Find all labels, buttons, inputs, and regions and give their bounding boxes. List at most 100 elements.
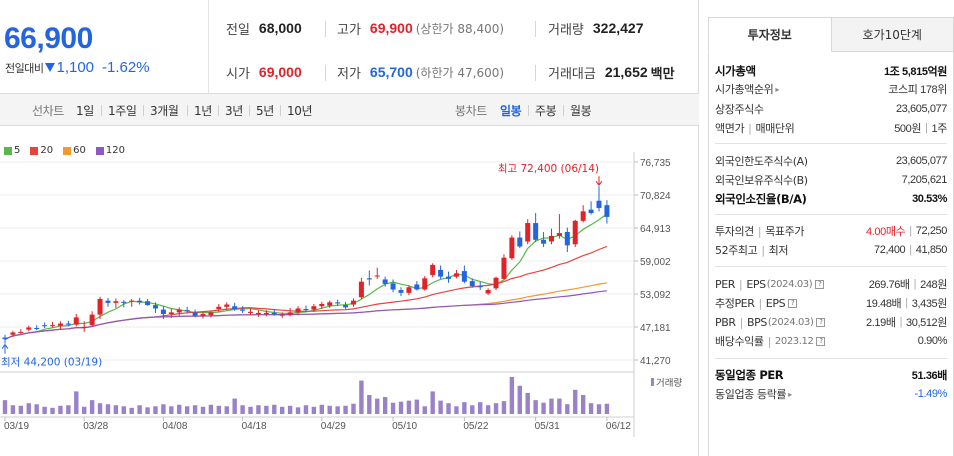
x-tick-label: 03/28: [83, 421, 108, 432]
est-per-value: 19.48배: [866, 298, 902, 310]
x-tick-label: 04/29: [321, 421, 346, 432]
est-eps-label: EPS: [765, 296, 786, 310]
volume-bar: [414, 399, 420, 414]
volume-bar: [454, 406, 459, 414]
amount-stat: 거래대금 21,652 백만: [548, 62, 675, 82]
help-icon[interactable]: ?: [816, 336, 826, 346]
volume-bar: [478, 402, 483, 414]
ma120-swatch: [95, 146, 104, 155]
help-icon[interactable]: ?: [788, 298, 798, 308]
amount-label: 거래대금: [548, 66, 596, 82]
period-1y[interactable]: 1년: [194, 102, 212, 119]
volume-bar: [74, 391, 79, 414]
candle-body: [564, 231, 570, 246]
opinion-row: 투자의견 | 목표주가 4.00매수 | 72,250: [715, 224, 947, 239]
ma-legend: 5 20 60 120: [4, 145, 135, 156]
period-10y[interactable]: 10년: [287, 102, 313, 119]
candle-body: [50, 325, 56, 327]
trade-unit-value: 1주: [931, 123, 948, 135]
y-tick-label: 41,270: [640, 356, 671, 367]
x-tick-label: 04/08: [162, 421, 187, 432]
candle-body: [556, 233, 562, 236]
amount-unit: 백만: [650, 66, 675, 82]
volume-bar: [161, 404, 166, 414]
candle-body: [240, 309, 246, 311]
min-price-annotation: 최저 44,200 (03/19): [1, 357, 102, 369]
candle-body: [604, 205, 610, 217]
candlestick-chart-svg[interactable]: 76,735 70,824 64,913 59,002 53,092 47,181 41,2…: [0, 127, 699, 456]
bps-period: (2024.03): [767, 316, 814, 328]
candle-body: [168, 312, 174, 315]
sector-rate-row: 동일업종 등락률 ▸ -1.49%: [715, 385, 947, 403]
face-value-row: 액면가 | 매매단위 500원 | 1주: [715, 121, 948, 136]
candle-body: [271, 312, 277, 315]
down-triangle-icon: [45, 63, 56, 72]
period-3m[interactable]: 3개월: [150, 102, 179, 119]
investment-info: 시가총액 1조 5,815억원 시가총액순위 ▸ 코스피 178위 상장주식수 2…: [708, 52, 954, 456]
pbr-value: 2.19배: [866, 317, 896, 329]
candle-body: [501, 257, 507, 279]
est-per-row: 추정PER | EPS? 19.48배 | 3,435원: [715, 296, 948, 311]
help-icon[interactable]: ?: [815, 279, 825, 289]
wk52-low-value: 41,850: [915, 244, 948, 256]
candle-body: [26, 327, 32, 330]
period-5y[interactable]: 5년: [256, 102, 274, 119]
candle-monthly[interactable]: 월봉: [570, 102, 592, 119]
candle-body: [335, 302, 341, 304]
lower-limit: (하한가 47,600): [415, 65, 505, 80]
stock-chart-panel: 66,900 전일대비 1,100 -1.62% 전일 68,000 고가 69…: [0, 0, 699, 456]
tab-orderbook[interactable]: 호가10단계: [831, 17, 954, 52]
per-label: PER: [715, 277, 736, 291]
volume-bar: [382, 397, 388, 414]
foreign-ratio-value: 30.53%: [912, 193, 947, 205]
volume-bar: [509, 377, 515, 414]
est-eps-value: 3,435원: [911, 298, 948, 310]
volume-bar: [470, 405, 475, 414]
candle-body: [160, 309, 166, 315]
info-tabs: 투자정보 호가10단계: [708, 17, 954, 52]
period-1d[interactable]: 1일: [76, 102, 94, 119]
volume-bar: [89, 400, 95, 414]
volume-bar: [82, 406, 87, 414]
tab-investment-info[interactable]: 투자정보: [708, 17, 832, 52]
volume-bar: [549, 398, 554, 414]
volume-bar: [303, 405, 309, 414]
candle-weekly[interactable]: 주봉: [535, 102, 557, 119]
volume-bar: [485, 405, 491, 414]
x-tick-label: 05/22: [463, 421, 488, 432]
volume-legend-label: 거래량: [656, 377, 682, 389]
candle-body: [438, 269, 444, 277]
volume-bar: [335, 406, 340, 414]
candle-daily[interactable]: 일봉: [500, 102, 522, 119]
period-3y[interactable]: 3년: [225, 102, 243, 119]
candle-body: [406, 287, 412, 293]
market-cap-rank-label: 시가총액순위: [715, 83, 774, 96]
candle-body: [453, 273, 459, 277]
candle-body: [279, 314, 285, 316]
volume-bar: [50, 407, 55, 414]
eps-period: (2024.03): [766, 278, 813, 290]
candle-body: [430, 264, 436, 275]
candle-body: [129, 300, 135, 302]
volume-bar: [113, 405, 119, 414]
volume-bar: [97, 403, 103, 414]
candle-body: [184, 310, 190, 312]
volume-bar: [145, 407, 150, 414]
high-stat: 고가 69,900 (상한가 88,400): [337, 18, 504, 38]
per-row: PER | EPS (2024.03)? 269.76배 | 248원: [715, 277, 947, 292]
volume-label: 거래량: [548, 22, 584, 38]
volume-bar: [406, 400, 412, 414]
price-summary: 66,900 전일대비 1,100 -1.62% 전일 68,000 고가 69…: [0, 0, 699, 94]
market-cap-rank-value: 코스피 178위: [888, 84, 947, 96]
help-icon[interactable]: ?: [816, 317, 826, 327]
ma120-line: [4, 290, 607, 340]
sector-per-label: 동일업종 PER: [715, 368, 784, 382]
foreign-ratio-row: 외국인소진율(B/A) 30.53%: [715, 190, 947, 208]
market-cap-row: 시가총액 1조 5,815억원: [715, 62, 947, 80]
volume-bar: [327, 405, 332, 414]
change-value: 1,100: [56, 59, 95, 76]
period-1w[interactable]: 1주일: [108, 102, 137, 119]
price-stats: 전일 68,000 고가 69,900 (상한가 88,400) 거래량 322…: [210, 0, 699, 94]
volume-bar: [224, 406, 229, 414]
volume-bar: [2, 400, 8, 414]
